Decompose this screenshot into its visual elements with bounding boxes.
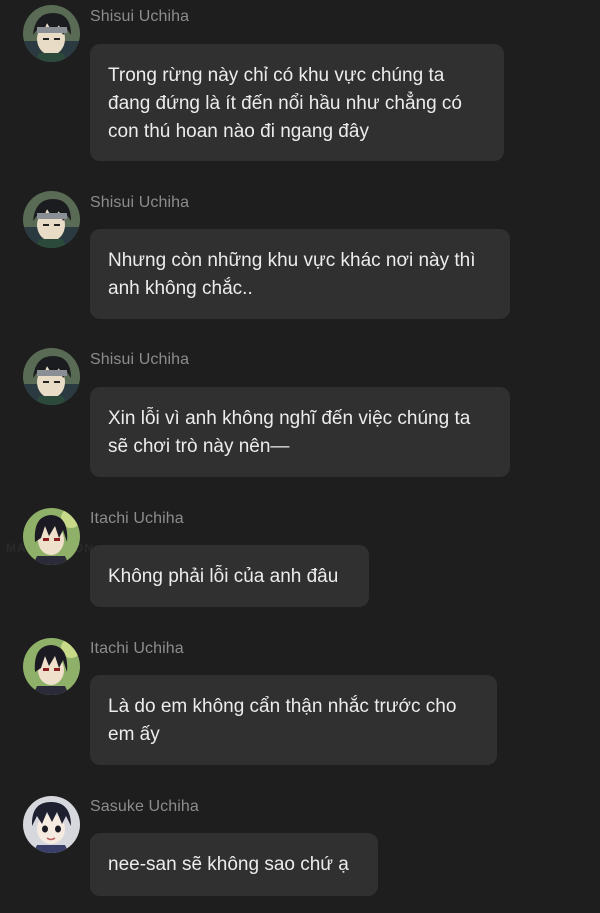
message-text: em ấy <box>108 724 160 745</box>
message-bubble[interactable]: Trong rừng này chỉ có khu vực chúng ta đ… <box>90 44 504 161</box>
sender-name: Shisui Uchiha <box>90 194 190 211</box>
shisui-avatar[interactable] <box>23 5 80 62</box>
itachi-avatar[interactable] <box>23 508 80 565</box>
message-text: Trong rừng này chỉ có khu vực chúng ta <box>108 65 445 86</box>
message-text: anh không chắc.. <box>108 278 253 299</box>
sasuke-avatar[interactable] <box>23 796 80 853</box>
sender-name: Shisui Uchiha <box>90 8 190 25</box>
message-bubble[interactable]: Nhưng còn những khu vực khác nơi này thì… <box>90 229 510 319</box>
message-bubble[interactable]: Là do em không cẩn thận nhắc trước cho e… <box>90 675 497 765</box>
shisui-avatar[interactable] <box>23 191 80 248</box>
message-text: đang đứng là ít đến nổi hầu như chẳng có <box>108 93 462 114</box>
message-text: con thú hoan nào đi ngang đây <box>108 121 369 142</box>
sender-name: Itachi Uchiha <box>90 510 184 527</box>
shisui-avatar[interactable] <box>23 348 80 405</box>
message-bubble[interactable]: nee-san sẽ không sao chứ ạ <box>90 833 378 896</box>
sender-name: Shisui Uchiha <box>90 351 190 368</box>
message-bubble[interactable]: Không phải lỗi của anh đâu <box>90 545 369 607</box>
message-text: Nhưng còn những khu vực khác nơi này thì <box>108 250 476 271</box>
message-text: Là do em không cẩn thận nhắc trước cho <box>108 696 457 717</box>
message-bubble[interactable]: Xin lỗi vì anh không nghĩ đến việc chúng… <box>90 387 510 477</box>
sender-name: Itachi Uchiha <box>90 640 184 657</box>
message-text: Không phải lỗi của anh đâu <box>108 566 339 587</box>
message-text: nee-san sẽ không sao chứ ạ <box>108 854 349 875</box>
sender-name: Sasuke Uchiha <box>90 798 199 815</box>
message-text: sẽ chơi trò này nên— <box>108 436 290 457</box>
message-text: Xin lỗi vì anh không nghĩ đến việc chúng… <box>108 408 471 429</box>
chat-thread[interactable]: MANGATOON Shisui Uchiha Trong rừng này c… <box>0 0 600 913</box>
itachi-avatar[interactable] <box>23 638 80 695</box>
